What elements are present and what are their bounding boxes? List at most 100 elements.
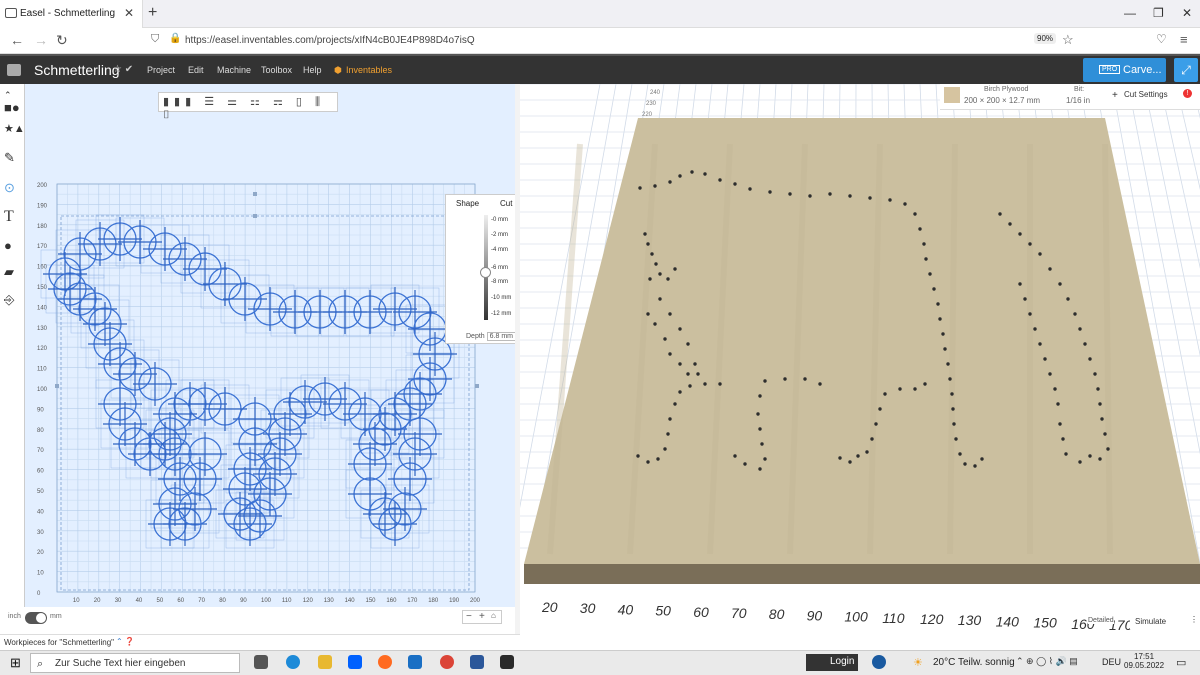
browser-tab[interactable]: Easel - Schmetterling ✕	[0, 0, 143, 28]
menu-toolbox[interactable]: Toolbox	[261, 65, 292, 75]
preview-3d-svg[interactable]: 24023022020 30 40 50 60 70 80 90 100 110 120 130 140…	[520, 84, 1200, 644]
text-icon[interactable]: T	[4, 208, 14, 226]
shapes-star-icon[interactable]: ★▲	[4, 122, 25, 135]
simulate-button[interactable]: Simulate	[1130, 615, 1188, 629]
task-view-icon[interactable]	[254, 655, 268, 669]
more-icon[interactable]: ⋮	[1190, 615, 1198, 624]
drill-hole	[668, 180, 672, 184]
clock[interactable]: 17:51 09.05.2022	[1124, 652, 1164, 670]
drill-hole	[703, 382, 707, 386]
y-tick-label: 200	[37, 183, 48, 189]
help-icon[interactable]: ⌃ ❓	[116, 637, 135, 646]
zoom-level[interactable]: 90%	[1034, 33, 1057, 44]
forward-icon[interactable]: →	[34, 32, 48, 48]
design-canvas[interactable]: 200 190 180 170 160 150 140 130 120 110 100 90 80 70 6…	[25, 84, 515, 609]
url-text[interactable]: https://easel.inventables.com/projects/x…	[185, 35, 475, 46]
workpieces-label[interactable]: Workpieces for "Schmetterling"	[4, 638, 114, 647]
close-window-icon[interactable]: ✕	[1182, 6, 1192, 20]
material-name[interactable]: Birch Plywood	[984, 86, 1028, 93]
star-check-icon[interactable]: ☆ ✔	[113, 64, 133, 75]
drill-hole	[653, 322, 657, 326]
restore-icon[interactable]: ❐	[1153, 6, 1164, 20]
taskbar-search[interactable]: ⌕ Zur Suche Text hier eingeben	[30, 653, 240, 673]
x-tick-label: 100	[261, 598, 272, 604]
x-tick-label: 90	[240, 598, 247, 604]
drill-hole	[808, 194, 812, 198]
app-icon[interactable]	[408, 655, 422, 669]
menu-icon[interactable]: ≡	[1180, 32, 1188, 47]
drill-hole	[646, 312, 650, 316]
drill-hole	[838, 456, 842, 460]
design-grid-svg[interactable]: 2001901801701601501401301201101009080706…	[25, 84, 515, 609]
dropbox-icon[interactable]	[348, 655, 362, 669]
unit-toggle[interactable]	[25, 612, 47, 624]
menu-help[interactable]: Help	[303, 65, 322, 75]
minimize-icon[interactable]: —	[1124, 6, 1136, 20]
tab-cut[interactable]: Cut	[500, 199, 512, 208]
new-tab-icon[interactable]: +	[148, 4, 157, 22]
favicon-icon	[5, 8, 17, 18]
drill-hole	[1061, 437, 1065, 441]
teamviewer-icon[interactable]	[872, 655, 886, 669]
drill-hole	[768, 190, 772, 194]
carve-button[interactable]: PRO Carve...	[1083, 58, 1166, 82]
pocket-icon[interactable]: ♡	[1156, 32, 1167, 46]
address-bar[interactable]: ⛉ 🔒 https://easel.inventables.com/projec…	[145, 31, 1025, 51]
tray-icons[interactable]: ⌃ ⊕ ◯ ⌇ 🔊 ▤	[1016, 656, 1078, 667]
close-tab-icon[interactable]: ✕	[124, 6, 134, 20]
home-icon[interactable]: ⌂	[491, 611, 496, 620]
material-dimensions[interactable]: 200 × 200 × 12.7 mm	[964, 96, 1040, 105]
zoom-out-button[interactable]: −	[466, 611, 472, 622]
carve-label: Carve...	[1123, 64, 1162, 76]
3d-box-icon[interactable]: ▰	[4, 264, 14, 280]
language-indicator[interactable]: DEU	[1102, 657, 1121, 667]
inventables-icon: ⬢	[334, 65, 342, 75]
login-button[interactable]: Login	[806, 654, 858, 671]
drill-hole	[913, 212, 917, 216]
expand-icon[interactable]: ⤢	[1174, 58, 1198, 82]
import-icon[interactable]: ⎆	[4, 292, 14, 308]
edge-icon[interactable]	[286, 655, 300, 669]
bit-value[interactable]: 1/16 in	[1066, 96, 1090, 105]
detailed-label[interactable]: Detailed	[1088, 617, 1114, 624]
bookmark-star-icon[interactable]: ☆	[1062, 32, 1074, 48]
pen-icon[interactable]: ✎	[4, 150, 15, 166]
depth-slider-handle[interactable]	[480, 267, 491, 278]
inkscape-icon[interactable]	[500, 655, 514, 669]
drill-hole	[951, 407, 955, 411]
target-icon[interactable]: ⊙	[4, 180, 15, 196]
back-icon[interactable]: ←	[10, 32, 24, 48]
align-icons[interactable]: ▮▮▮ ☰ ⚌ ⚏ ⚎ ▯ ⫼ ⌷	[163, 95, 337, 122]
menu-project[interactable]: Project	[147, 65, 175, 75]
word-icon[interactable]	[470, 655, 484, 669]
chrome-icon[interactable]	[440, 655, 454, 669]
apple-icon[interactable]: ●	[4, 238, 12, 253]
x-tick-label: 70	[198, 598, 205, 604]
depth-input[interactable]: 6.8 mm	[486, 332, 515, 341]
menu-inventables[interactable]: Inventables	[346, 65, 392, 75]
firefox-icon[interactable]	[378, 655, 392, 669]
file-explorer-icon[interactable]	[318, 655, 332, 669]
drill-hole	[658, 272, 662, 276]
weather-text[interactable]: 20°C Teilw. sonnig	[933, 657, 1015, 668]
x-tick-label: 140	[345, 598, 356, 604]
zoom-in-button[interactable]: +	[479, 611, 485, 622]
drill-hole	[1058, 282, 1062, 286]
notification-icon[interactable]: ▭	[1176, 656, 1186, 669]
tab-shape[interactable]: Shape	[456, 199, 479, 208]
drill-hole	[903, 202, 907, 206]
project-title[interactable]: Schmetterling	[34, 62, 120, 78]
preview-3d[interactable]: 240 230 220 20 30 40 50 60 70 80 90 100 110 120 130 140…	[520, 84, 1200, 644]
cut-settings-label[interactable]: Cut Settings	[1124, 90, 1168, 99]
material-swatch[interactable]	[944, 87, 960, 103]
drill-hole	[758, 427, 762, 431]
shield-icon[interactable]: ⛉	[151, 33, 159, 46]
add-bit-icon[interactable]: +	[1112, 90, 1118, 101]
x-tick-label: 80	[219, 598, 226, 604]
shapes-icon[interactable]: ■●	[4, 100, 20, 115]
windows-start-icon[interactable]: ⊞	[10, 655, 21, 671]
drill-hole	[663, 447, 667, 451]
menu-edit[interactable]: Edit	[188, 65, 204, 75]
menu-machine[interactable]: Machine	[217, 65, 251, 75]
reload-icon[interactable]: ↻	[56, 32, 68, 49]
